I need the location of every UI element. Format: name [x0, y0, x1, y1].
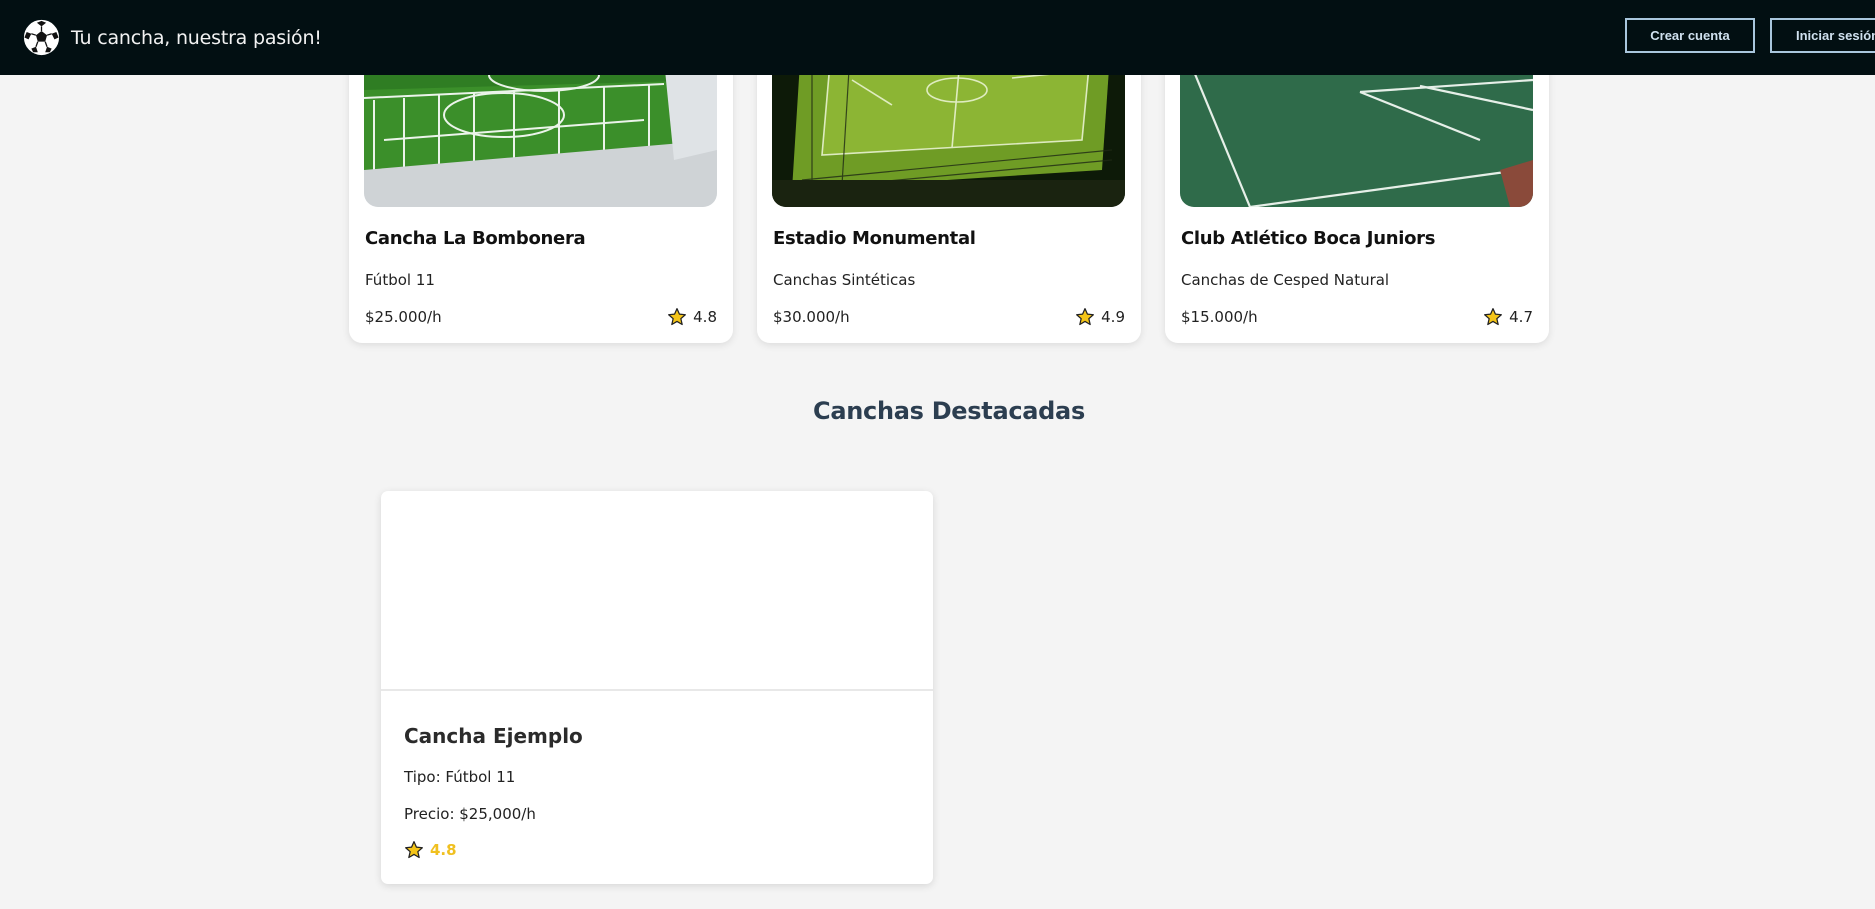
- field-name: Cancha La Bombonera: [365, 228, 586, 249]
- featured-field-name: Cancha Ejemplo: [404, 724, 583, 748]
- featured-field-card[interactable]: Cancha Ejemplo Tipo: Fútbol 11 Precio: $…: [381, 491, 933, 884]
- star-icon: [667, 307, 687, 327]
- rating-value: 4.9: [1101, 308, 1125, 326]
- featured-image-placeholder: [381, 491, 933, 691]
- brand[interactable]: Tu cancha, nuestra pasión!: [23, 19, 322, 56]
- field-rating: 4.7: [1483, 307, 1533, 327]
- star-icon: [1075, 307, 1095, 327]
- featured-field-type: Tipo: Fútbol 11: [404, 768, 516, 786]
- field-price: $30.000/h: [773, 308, 850, 326]
- rating-value: 4.8: [693, 308, 717, 326]
- top-navbar: Tu cancha, nuestra pasión! Crear cuenta …: [0, 0, 1875, 75]
- field-name: Club Atlético Boca Juniors: [1181, 228, 1436, 249]
- field-type: Canchas Sintéticas: [773, 271, 916, 289]
- field-type: Canchas de Cesped Natural: [1181, 271, 1390, 289]
- section-title: Canchas Destacadas: [813, 397, 1085, 425]
- field-rating: 4.8: [667, 307, 717, 327]
- login-button[interactable]: Iniciar sesión: [1770, 18, 1875, 53]
- brand-tagline: Tu cancha, nuestra pasión!: [71, 26, 322, 49]
- field-price: $25.000/h: [365, 308, 442, 326]
- star-icon: [404, 840, 424, 860]
- field-price: $15.000/h: [1181, 308, 1258, 326]
- soccer-ball-icon: [23, 19, 60, 56]
- create-account-button[interactable]: Crear cuenta: [1625, 18, 1755, 53]
- featured-field-price: Precio: $25,000/h: [404, 805, 536, 823]
- field-type: Fútbol 11: [365, 271, 435, 289]
- rating-value: 4.8: [430, 841, 457, 859]
- field-rating: 4.9: [1075, 307, 1125, 327]
- rating-value: 4.7: [1509, 308, 1533, 326]
- featured-field-rating: 4.8: [404, 840, 457, 860]
- field-name: Estadio Monumental: [773, 228, 976, 249]
- star-icon: [1483, 307, 1503, 327]
